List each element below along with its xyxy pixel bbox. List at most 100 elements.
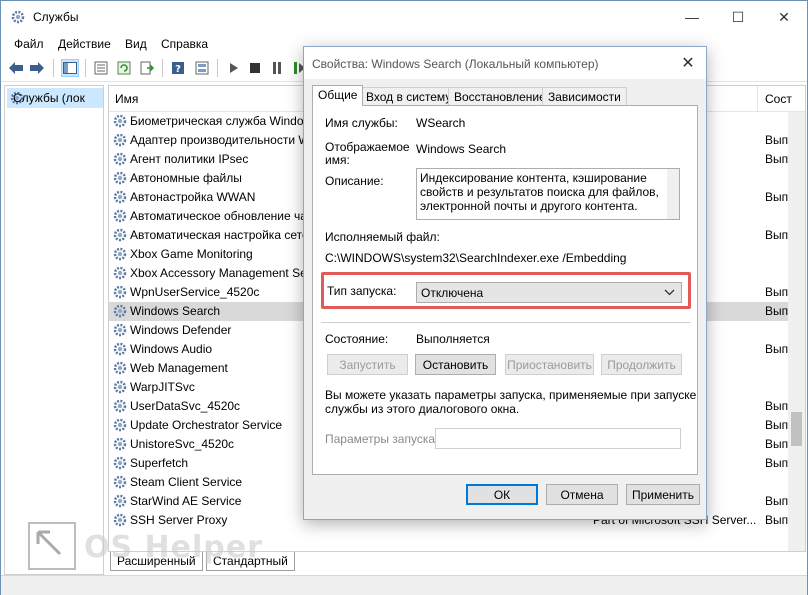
column-header-status[interactable]: Сост: [765, 92, 792, 106]
gear-icon: [113, 380, 127, 394]
pause-button[interactable]: Приостановить: [505, 354, 594, 375]
show-tree-button[interactable]: [61, 59, 79, 77]
pause-service-button[interactable]: [268, 59, 286, 77]
toolbar-separator: [217, 59, 218, 77]
back-button[interactable]: [7, 59, 25, 77]
service-name: Агент политики IPsec: [130, 152, 249, 166]
menu-help[interactable]: Справка: [161, 37, 208, 51]
toolbar-separator: [162, 59, 163, 77]
window-title: Службы: [33, 10, 79, 24]
menu-view[interactable]: Вид: [125, 37, 147, 51]
executable-label: Исполняемый файл:: [325, 230, 440, 244]
tab-general[interactable]: Общие: [312, 85, 364, 106]
export-icon: [140, 61, 154, 75]
arrow-right-icon: [30, 62, 44, 74]
startup-type-select[interactable]: Отключена: [416, 282, 682, 303]
start-button[interactable]: Запустить: [327, 354, 408, 375]
service-name: UnistoreSvc_4520c: [130, 437, 235, 451]
arrow-diagonal-icon: [36, 530, 62, 556]
startup-type-label: Тип запуска:: [327, 284, 397, 298]
section-divider: [321, 322, 691, 323]
start-service-button[interactable]: [225, 59, 243, 77]
service-name: WarpJITSvc: [130, 380, 195, 394]
service-status: Вып: [765, 513, 789, 527]
refresh-button[interactable]: [115, 59, 133, 77]
watermark-box: [28, 522, 76, 570]
tab-logon[interactable]: Вход в систему: [360, 87, 458, 105]
service-name: Update Orchestrator Service: [130, 418, 283, 432]
column-divider: [757, 86, 758, 112]
scrollbar-thumb[interactable]: [791, 412, 802, 446]
gear-icon: [113, 494, 127, 508]
gear-icon: [113, 342, 127, 356]
service-name: Автономные файлы: [130, 171, 242, 185]
menu-file[interactable]: Файл: [14, 37, 44, 51]
maximize-icon: ☐: [731, 8, 745, 25]
gear-icon: [113, 456, 127, 470]
vertical-scrollbar[interactable]: [788, 112, 805, 551]
properties-dialog: Свойства: Windows Search (Локальный комп…: [303, 46, 707, 520]
general-tab-panel: Имя службы: WSearch Отображаемое имя: Wi…: [312, 105, 698, 475]
view-button[interactable]: [193, 59, 211, 77]
minimize-icon: —: [685, 9, 699, 25]
ok-button[interactable]: ОК: [466, 484, 538, 505]
dialog-title-bar: Свойства: Windows Search (Локальный комп…: [304, 47, 706, 79]
dialog-close-icon[interactable]: ✕: [678, 53, 698, 73]
export-button[interactable]: [138, 59, 156, 77]
service-status: Вып: [765, 418, 789, 432]
service-name: Windows Defender: [130, 323, 232, 337]
watermark-text: OS Helper: [84, 530, 263, 565]
console-tree-icon: [63, 62, 77, 74]
refresh-icon: [117, 61, 131, 75]
stop-icon: [250, 63, 260, 73]
tab-recovery[interactable]: Восстановление: [448, 87, 552, 105]
gear-icon: [113, 323, 127, 337]
view-icon: [195, 61, 209, 75]
cancel-button[interactable]: Отмена: [546, 484, 618, 505]
service-name: Автоматическая настройка сете: [130, 228, 309, 242]
tab-dependencies[interactable]: Зависимости: [542, 87, 627, 105]
close-button[interactable]: ✕: [761, 1, 807, 33]
service-name: Windows Audio: [130, 342, 213, 356]
gear-icon: [113, 437, 127, 451]
gear-icon: [113, 133, 127, 147]
dialog-title: Свойства: Windows Search (Локальный комп…: [312, 57, 599, 71]
chevron-down-icon: [664, 289, 675, 296]
properties-button[interactable]: [92, 59, 110, 77]
description-textbox[interactable]: Индексирование контента, кэширование сво…: [416, 168, 680, 220]
column-header-name[interactable]: Имя: [115, 92, 138, 106]
gear-icon: [113, 228, 127, 242]
service-status: Вып: [765, 437, 789, 451]
help-icon: ?: [172, 62, 184, 75]
service-name: Steam Client Service: [130, 475, 243, 489]
help-button[interactable]: ?: [169, 59, 187, 77]
stop-service-button[interactable]: [246, 59, 264, 77]
tree-item-services-local[interactable]: Службы (лок: [7, 88, 103, 108]
start-params-input[interactable]: [435, 428, 681, 449]
description-label: Описание:: [325, 174, 384, 188]
maximize-button[interactable]: ☐: [715, 1, 761, 33]
service-name: StarWind AE Service: [130, 494, 242, 508]
title-bar: Службы — ☐ ✕: [1, 1, 807, 33]
service-name: Автоматическое обновление ча: [130, 209, 307, 223]
service-status: Вып: [765, 133, 789, 147]
display-name-label-cont: имя:: [325, 153, 350, 167]
toolbar-separator: [53, 59, 54, 77]
close-icon: ✕: [778, 8, 790, 25]
console-tree: Службы (лок: [4, 85, 104, 575]
stop-button[interactable]: Остановить: [415, 354, 496, 375]
gear-icon: [113, 114, 127, 128]
description-scrollbar[interactable]: [667, 169, 679, 219]
service-status: Вып: [765, 190, 789, 204]
menu-action[interactable]: Действие: [58, 37, 111, 51]
toolbar-separator: [85, 59, 86, 77]
pause-icon: [273, 62, 281, 74]
service-status: Вып: [765, 228, 789, 242]
forward-button[interactable]: [28, 59, 46, 77]
state-label: Состояние:: [325, 332, 389, 346]
apply-button[interactable]: Применить: [626, 484, 700, 505]
minimize-button[interactable]: —: [669, 1, 715, 33]
service-status: Вып: [765, 456, 789, 470]
service-name: Автонастройка WWAN: [130, 190, 256, 204]
resume-button[interactable]: Продолжить: [601, 354, 682, 375]
